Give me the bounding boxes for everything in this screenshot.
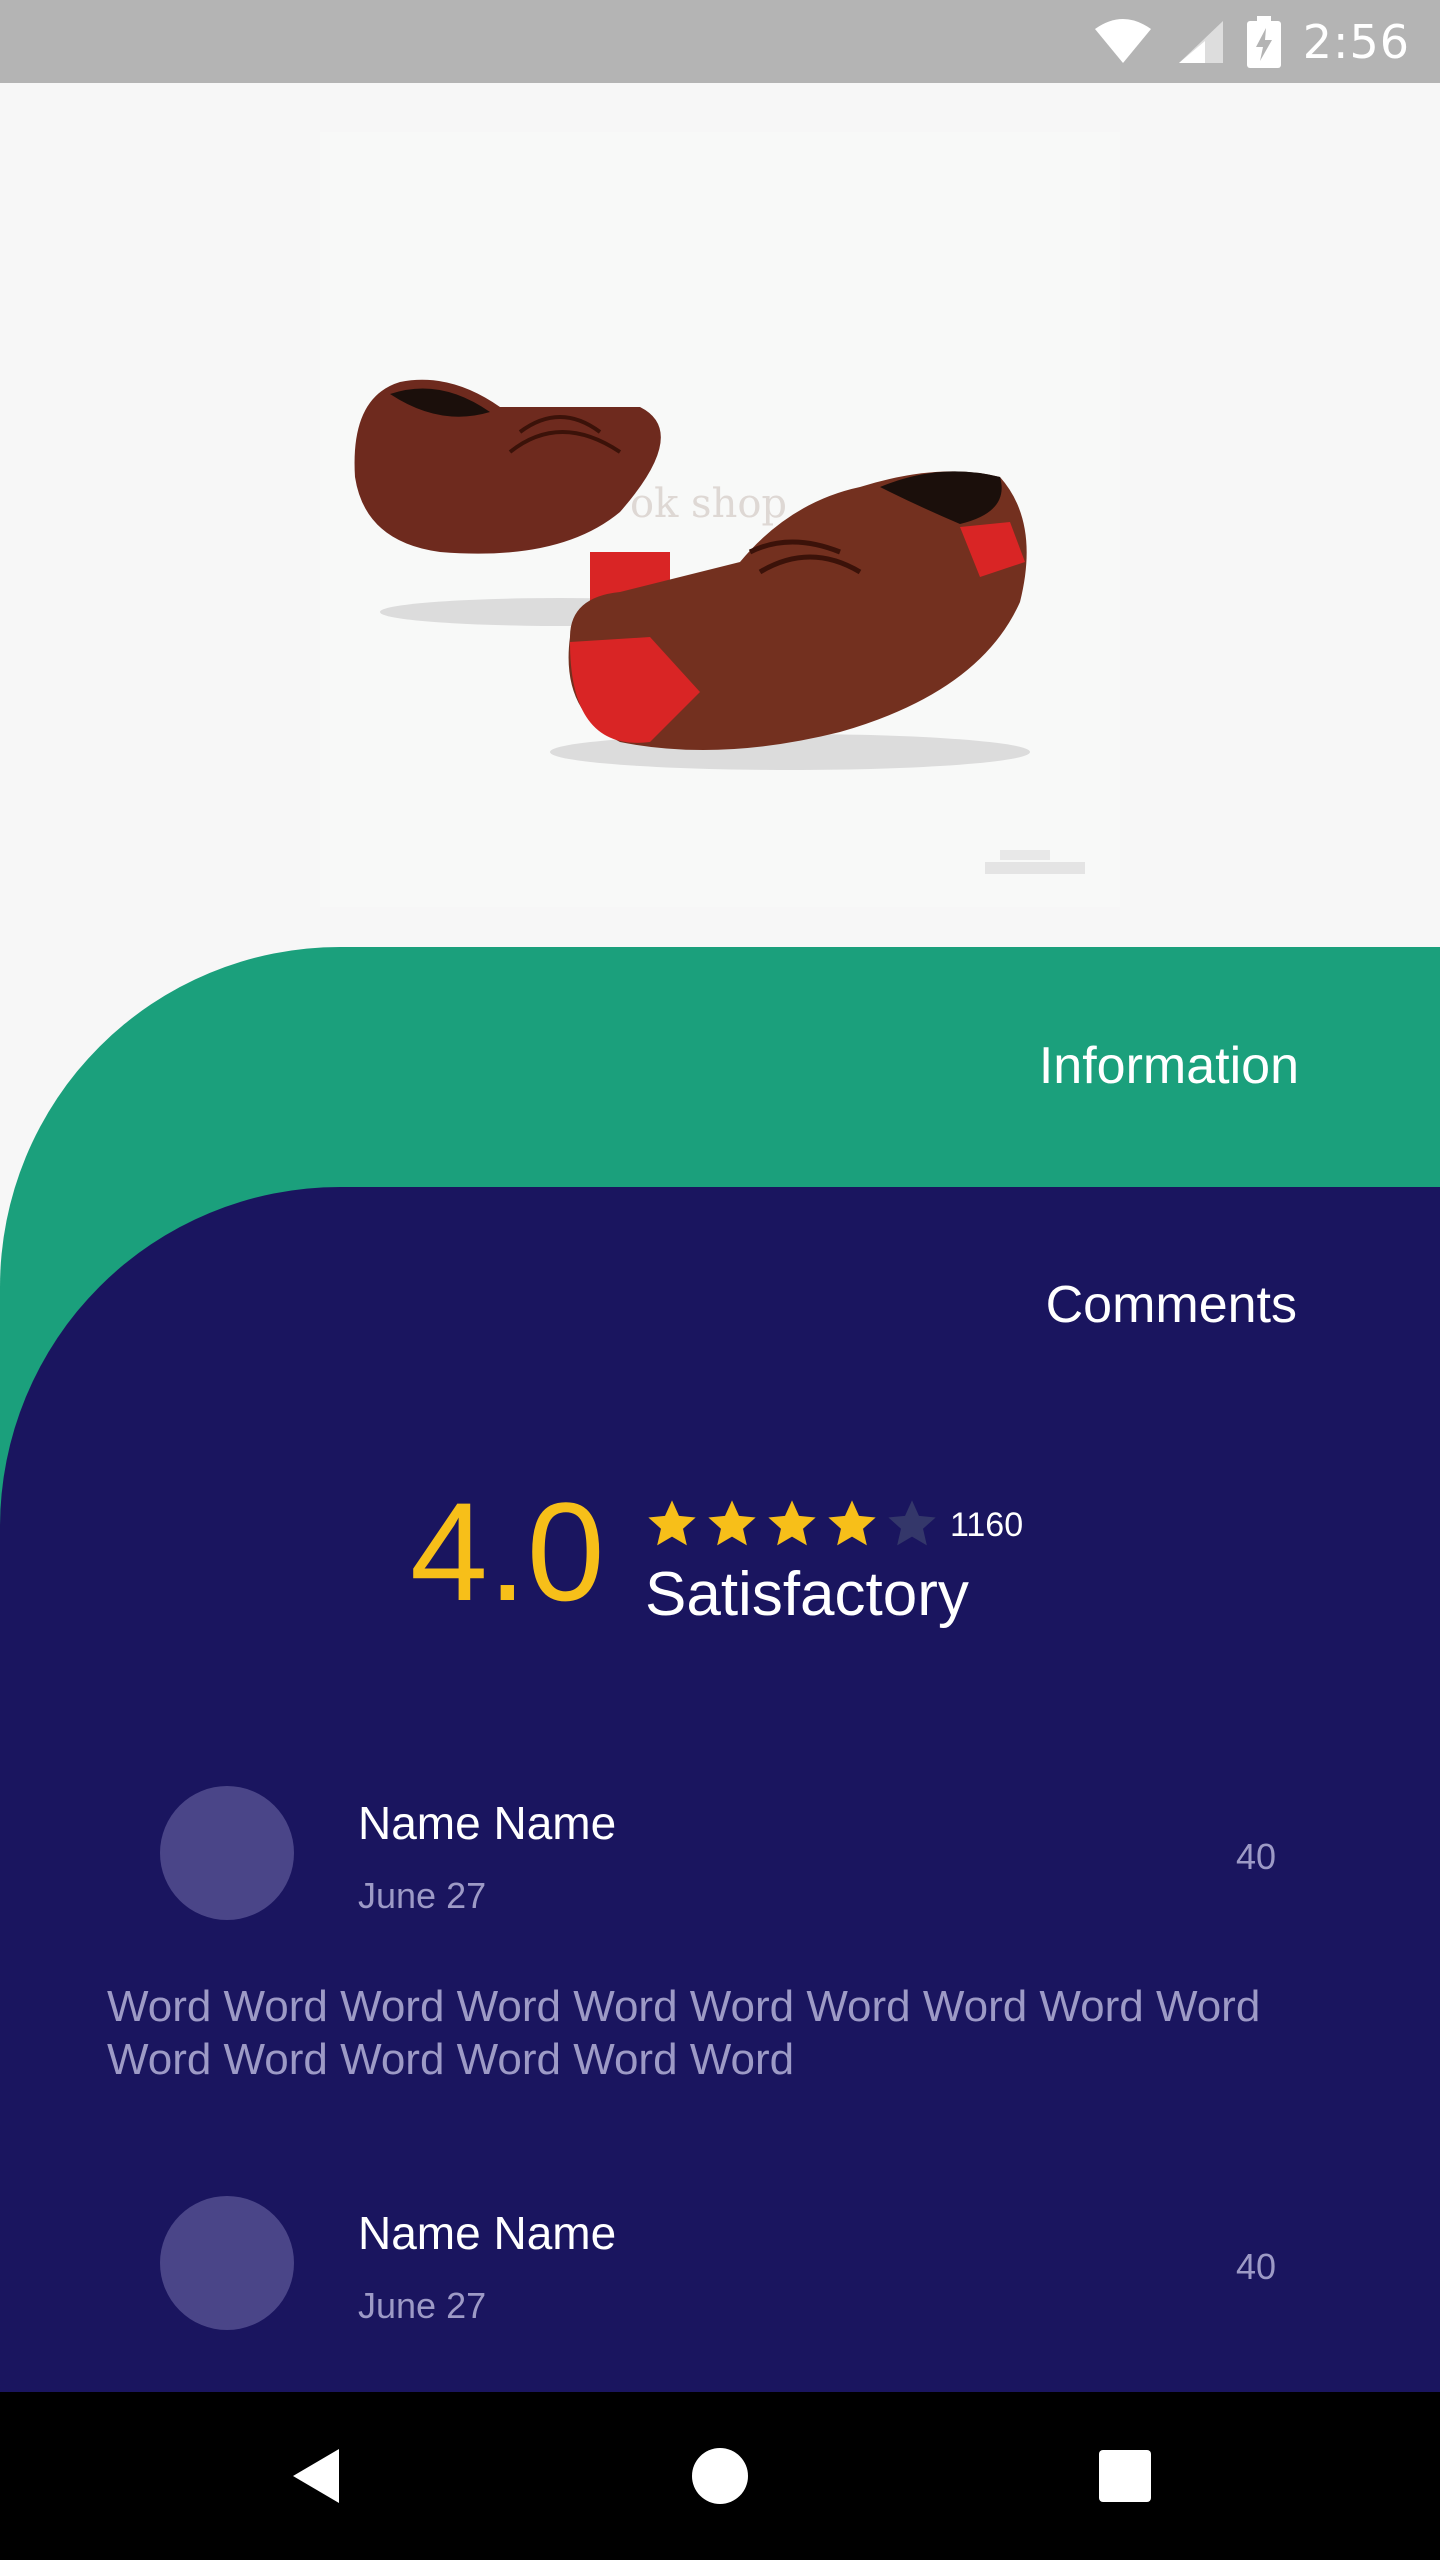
star-filled-icon <box>648 1500 696 1546</box>
rating-count: 1160 <box>950 1506 1024 1544</box>
back-icon[interactable] <box>287 2445 343 2507</box>
tab-comments[interactable]: Comments <box>1046 1275 1297 1335</box>
tab-information[interactable]: Information <box>1039 1036 1299 1096</box>
comment-author: Name Name <box>358 2207 617 2259</box>
comment-author: Name Name <box>358 1797 617 1849</box>
clock: 2:56 <box>1302 14 1410 69</box>
recents-icon[interactable] <box>1098 2449 1152 2503</box>
comment-likes: 40 <box>1235 2246 1276 2287</box>
rating-score: 4.0 <box>410 1473 605 1630</box>
product-screen: 2:56 ok shop Information Comments 4.0 11… <box>0 0 1440 2560</box>
rating-stars <box>645 1497 939 1551</box>
comment-date: June 27 <box>358 2285 487 2326</box>
star-filled-icon <box>708 1500 756 1546</box>
battery-charging-icon <box>1246 15 1281 68</box>
rating-label: Satisfactory <box>645 1560 969 1629</box>
home-icon[interactable] <box>691 2447 749 2505</box>
comment-date: June 27 <box>358 1875 487 1916</box>
star-empty-icon <box>888 1500 936 1546</box>
status-icons: 2:56 <box>1093 0 1410 83</box>
wifi-icon <box>1094 18 1151 63</box>
star-filled-icon <box>768 1500 816 1546</box>
status-bar: 2:56 <box>0 0 1440 83</box>
comment-text: Word Word Word Word Word Word Word Word … <box>107 1982 1261 2084</box>
signal-icon <box>1178 20 1223 63</box>
product-watermark: ok shop <box>630 481 787 527</box>
navigation-bar <box>0 2392 1440 2560</box>
star-filled-icon <box>828 1500 876 1546</box>
avatar[interactable] <box>160 2196 294 2330</box>
comment-likes: 40 <box>1235 1836 1276 1877</box>
avatar[interactable] <box>160 1786 294 1920</box>
product-image: ok shop <box>320 132 1120 907</box>
